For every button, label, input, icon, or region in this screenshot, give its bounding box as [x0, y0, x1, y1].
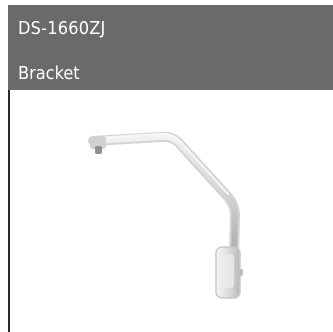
product-category: Bracket	[18, 63, 80, 84]
card-left-border	[8, 90, 10, 332]
product-card[interactable]: DS-1660ZJ Bracket	[0, 0, 333, 332]
product-header: DS-1660ZJ Bracket	[8, 5, 333, 90]
product-model: DS-1660ZJ	[18, 18, 106, 39]
wall-mount-bracket-icon[interactable]	[72, 118, 262, 308]
